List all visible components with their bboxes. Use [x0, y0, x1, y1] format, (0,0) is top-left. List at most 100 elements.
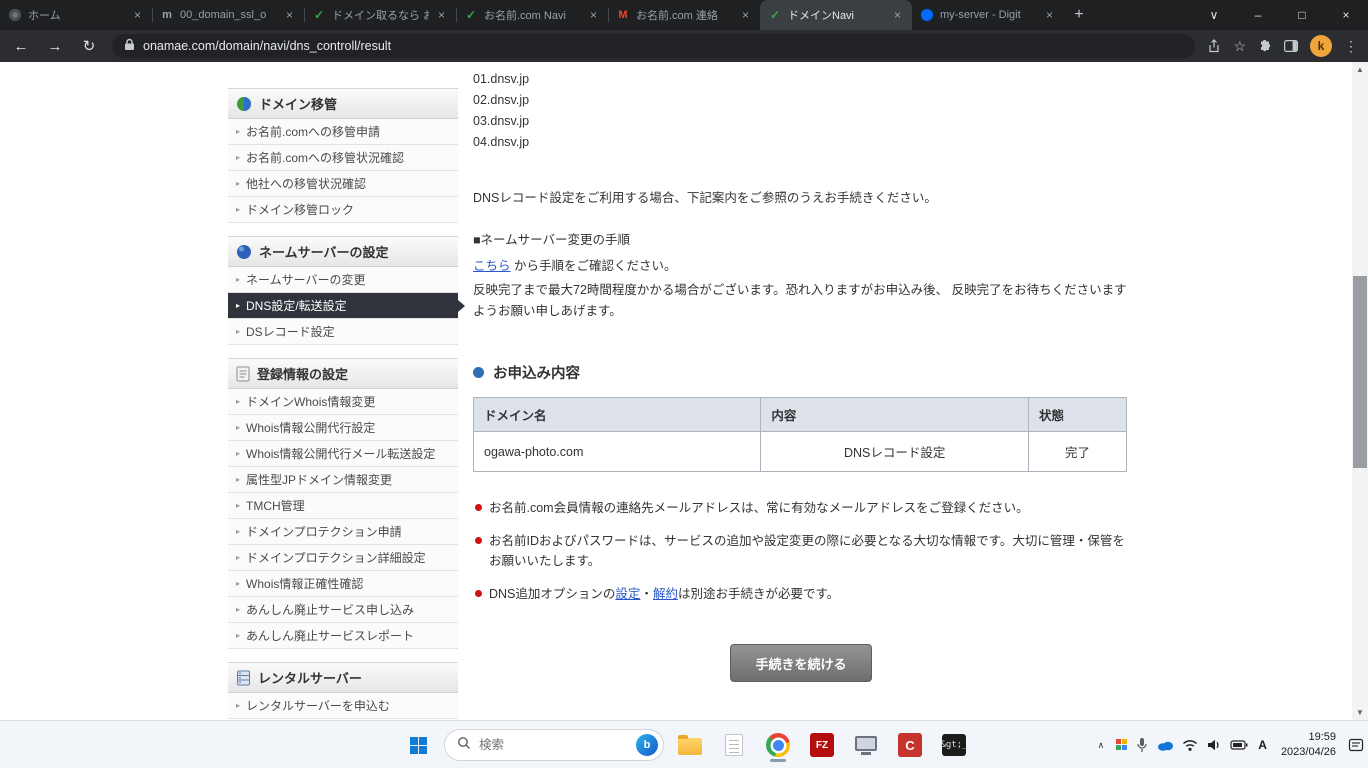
microphone-icon[interactable]	[1136, 737, 1148, 753]
tab-gmail[interactable]: M お名前.com 連絡 ×	[608, 0, 760, 30]
sidebar-item-transfer-lock[interactable]: ▸ ドメイン移管ロック	[228, 197, 458, 223]
tab-digitalocean[interactable]: my-server - Digit ×	[912, 0, 1064, 30]
section-title: ドメイン移管	[259, 94, 337, 113]
sidebar-item-protection-detail[interactable]: ▸ ドメインプロテクション詳細設定	[228, 545, 458, 571]
wifi-icon[interactable]	[1182, 738, 1198, 752]
tab-onamae-top[interactable]: ✓ ドメイン取るなら お ×	[304, 0, 456, 30]
bing-icon[interactable]: b	[636, 734, 658, 756]
terminal-icon: &gt;_	[942, 734, 966, 756]
tab-title: ホーム	[28, 7, 125, 23]
browser-menu-icon[interactable]: ⋮	[1344, 38, 1358, 55]
tab-onamae-navi[interactable]: ✓ お名前.com Navi ×	[456, 0, 608, 30]
sidebar-item-dns-settings-active[interactable]: ▸ DNS設定/転送設定	[228, 293, 458, 319]
tab-close-icon[interactable]: ×	[131, 8, 144, 22]
sidebar-item-nameserver-change[interactable]: ▸ ネームサーバーの変更	[228, 267, 458, 293]
sidebar-item-ds-record[interactable]: ▸ DSレコード設定	[228, 319, 458, 345]
tab-strip: ホーム × m 00_domain_ssl_o × ✓ ドメイン取るなら お ×…	[0, 0, 1368, 30]
sidebar-item-whois-accuracy[interactable]: ▸ Whois情報正確性確認	[228, 571, 458, 597]
profile-avatar[interactable]: k	[1310, 35, 1332, 57]
battery-icon[interactable]	[1230, 739, 1248, 751]
cloud-icon[interactable]	[1156, 739, 1174, 751]
tab-close-icon[interactable]: ×	[1043, 8, 1056, 22]
home-favicon-icon	[8, 8, 22, 22]
chrome-button[interactable]	[760, 727, 796, 763]
scrollbar-thumb[interactable]	[1353, 276, 1367, 468]
back-button[interactable]: ←	[10, 38, 32, 55]
taskbar-clock[interactable]: 19:59 2023/04/26	[1281, 730, 1336, 760]
extensions-puzzle-icon[interactable]	[1258, 39, 1272, 53]
tab-close-icon[interactable]: ×	[283, 8, 296, 22]
sidebar-item-anshin-apply[interactable]: ▸ あんしん廃止サービス申し込み	[228, 597, 458, 623]
tab-close-icon[interactable]: ×	[739, 8, 752, 22]
tab-home[interactable]: ホーム ×	[0, 0, 152, 30]
tab-search-icon[interactable]: ∨	[1192, 0, 1236, 30]
taskbar-search-input[interactable]	[479, 738, 628, 752]
c-app-button[interactable]: C	[892, 727, 928, 763]
remote-desktop-button[interactable]	[848, 727, 884, 763]
sidebar-item-transfer-status-in[interactable]: ▸ お名前.comへの移管状況確認	[228, 145, 458, 171]
tray-app-grid-icon[interactable]	[1116, 739, 1128, 751]
minimize-button[interactable]: –	[1236, 0, 1280, 30]
tab-domain-navi-active[interactable]: ✓ ドメインNavi ×	[760, 0, 912, 30]
nameserver-entry: 01.dnsv.jp	[473, 69, 1129, 90]
bookmark-star-icon[interactable]: ☆	[1233, 38, 1246, 55]
kochira-link[interactable]: こちら	[473, 259, 511, 273]
sidebar-item-transfer-status-out[interactable]: ▸ 他社への移管状況確認	[228, 171, 458, 197]
forward-button[interactable]: →	[44, 38, 66, 55]
tray-expand-icon[interactable]: ∧	[1094, 740, 1109, 751]
tab-close-icon[interactable]: ×	[587, 8, 600, 22]
sidebar-item-transfer-apply[interactable]: ▸ お名前.comへの移管申請	[228, 119, 458, 145]
window-close-button[interactable]: ×	[1324, 0, 1368, 30]
sidebar-item-label: ドメイン移管ロック	[246, 201, 354, 218]
side-panel-icon[interactable]	[1284, 40, 1298, 52]
tab-domain-ssl[interactable]: m 00_domain_ssl_o ×	[152, 0, 304, 30]
procedure-heading: ■ネームサーバー変更の手順	[473, 229, 1129, 248]
sidebar-item-jp-domain-info[interactable]: ▸ 属性型JPドメイン情報変更	[228, 467, 458, 493]
volume-icon[interactable]	[1206, 738, 1222, 752]
registration-info-icon	[236, 366, 250, 382]
start-button[interactable]	[400, 727, 436, 763]
sidebar-item-tmch[interactable]: ▸ TMCH管理	[228, 493, 458, 519]
clock-date: 2023/04/26	[1281, 745, 1336, 760]
column-domain-name: ドメイン名	[474, 398, 761, 432]
maximize-button[interactable]: □	[1280, 0, 1324, 30]
column-content: 内容	[761, 398, 1029, 432]
sidebar-item-label: お名前.comへの移管申請	[246, 123, 380, 140]
file-explorer-button[interactable]	[672, 727, 708, 763]
sidebar-item-rental-apply[interactable]: ▸ レンタルサーバーを申込む	[228, 693, 458, 719]
text-editor-button[interactable]	[716, 727, 752, 763]
lock-icon	[124, 38, 135, 54]
sidebar-item-whois-mail-forward[interactable]: ▸ Whois情報公開代行メール転送設定	[228, 441, 458, 467]
dns-option-settings-link[interactable]: 設定	[615, 587, 640, 601]
system-tray: ∧ A 19:59 2023/04/26	[1094, 721, 1364, 768]
address-bar[interactable]: onamae.com/domain/navi/dns_controll/resu…	[112, 34, 1195, 58]
tab-close-icon[interactable]: ×	[435, 8, 448, 22]
sidebar-item-anshin-report[interactable]: ▸ あんしん廃止サービスレポート	[228, 623, 458, 649]
vertical-scrollbar[interactable]: ▲ ▼	[1352, 62, 1368, 720]
dns-option-cancel-link[interactable]: 解約	[653, 587, 678, 601]
section-header: レンタルサーバー	[228, 663, 458, 693]
continue-button[interactable]: 手続きを続ける	[730, 644, 872, 682]
scroll-down-icon[interactable]: ▼	[1352, 705, 1368, 720]
bullet-icon: ▸	[236, 631, 240, 640]
notification-center-icon[interactable]	[1348, 737, 1364, 753]
ime-indicator[interactable]: A	[1256, 738, 1269, 752]
reload-button[interactable]: ↻	[78, 37, 100, 55]
bullet-icon: ▸	[236, 501, 240, 510]
filezilla-button[interactable]: FZ	[804, 727, 840, 763]
sidebar-item-whois-change[interactable]: ▸ ドメインWhois情報変更	[228, 389, 458, 415]
scroll-up-icon[interactable]: ▲	[1352, 62, 1368, 77]
m-favicon-icon: m	[160, 8, 174, 22]
new-tab-button[interactable]: +	[1064, 0, 1094, 30]
sidebar-item-label: あんしん廃止サービスレポート	[246, 627, 414, 644]
taskbar-search[interactable]: b	[444, 729, 664, 761]
sidebar-item-protection-apply[interactable]: ▸ ドメインプロテクション申請	[228, 519, 458, 545]
tab-title: お名前.com 連絡	[636, 7, 733, 23]
sidebar-item-whois-proxy[interactable]: ▸ Whois情報公開代行設定	[228, 415, 458, 441]
cell-status: 完了	[1029, 432, 1127, 472]
sidebar-item-label: ドメインプロテクション申請	[246, 523, 402, 540]
tab-close-icon[interactable]: ×	[891, 8, 904, 22]
terminal-button[interactable]: &gt;_	[936, 727, 972, 763]
share-icon[interactable]	[1207, 39, 1221, 53]
application-table: ドメイン名 内容 状態 ogawa-photo.com DNSレコード設定 完了	[473, 397, 1127, 472]
